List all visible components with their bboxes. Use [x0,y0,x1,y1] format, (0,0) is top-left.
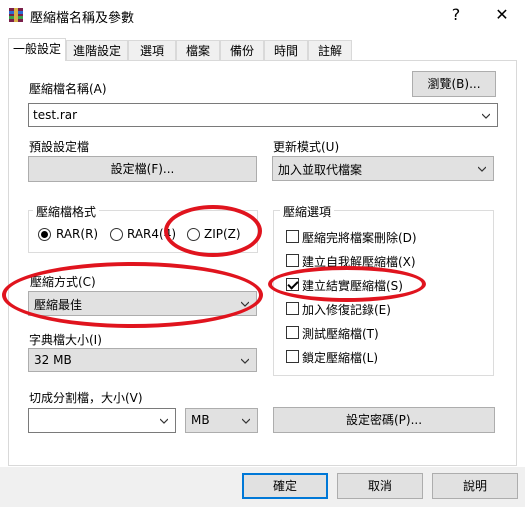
chevron-down-icon[interactable] [482,112,490,120]
format-zip-label[interactable]: ZIP(Z) [204,227,241,241]
delete-after-checkbox[interactable] [286,230,299,243]
update-mode-value: 加入並取代檔案 [278,163,363,177]
compression-label: 壓縮方式(C) [30,275,96,289]
help-button[interactable]: 說明 [432,473,518,499]
dictionary-label: 字典檔大小(I) [29,333,102,347]
cancel-button[interactable]: 取消 [337,473,423,499]
format-rar-radio[interactable] [38,228,51,241]
split-size-field[interactable] [28,408,176,433]
chevron-down-icon [242,418,250,424]
test-archive-checkbox[interactable] [286,326,299,339]
title-bar: 壓縮檔名稱及參數 ? ✕ [0,0,525,30]
help-title-button[interactable]: ? [434,0,478,30]
tab-strip: 一般設定 進階設定 選項 檔案 備份 時間 註解 [8,38,517,61]
sfx-checkbox[interactable] [286,254,299,267]
profile-button[interactable]: 設定檔(F)... [28,156,257,182]
winrar-app-icon [9,8,23,22]
lock-archive-label[interactable]: 鎖定壓縮檔(L) [302,349,378,366]
dictionary-select[interactable]: 32 MB [28,348,257,372]
set-password-button[interactable]: 設定密碼(P)... [273,407,495,433]
tab-advanced[interactable]: 進階設定 [66,40,128,61]
split-unit-value: MB [191,413,210,427]
compression-select[interactable]: 壓縮最佳 [28,291,257,316]
format-zip-radio[interactable] [187,228,200,241]
browse-button[interactable]: 瀏覽(B)... [412,71,496,97]
archive-name-field[interactable]: test.rar [28,103,498,127]
tab-time[interactable]: 時間 [264,40,308,61]
tab-options[interactable]: 選項 [128,40,176,61]
solid-archive-label[interactable]: 建立結實壓縮檔(S) [302,277,403,294]
update-mode-label: 更新模式(U) [273,140,340,154]
test-archive-label[interactable]: 測試壓縮檔(T) [302,325,379,342]
chevron-down-icon [241,358,249,364]
tab-backup[interactable]: 備份 [220,40,264,61]
format-group-title: 壓縮檔格式 [33,203,100,220]
format-rar-label[interactable]: RAR(R) [56,227,98,241]
chevron-down-icon[interactable] [160,417,168,425]
recovery-record-checkbox[interactable] [286,302,299,315]
format-rar4-label[interactable]: RAR4(4) [127,227,176,241]
compression-value: 壓縮最佳 [34,298,83,312]
update-mode-select[interactable]: 加入並取代檔案 [272,156,494,181]
recovery-record-label[interactable]: 加入修復記錄(E) [302,301,391,318]
sfx-label[interactable]: 建立自我解壓縮檔(X) [302,253,416,270]
chevron-down-icon [478,166,486,172]
lock-archive-checkbox[interactable] [286,350,299,363]
archive-options-title: 壓縮選項 [280,203,335,220]
close-button[interactable]: ✕ [480,0,524,30]
delete-after-label[interactable]: 壓縮完將檔案刪除(D) [302,229,417,246]
tab-comment[interactable]: 註解 [308,40,352,61]
archive-name-label: 壓縮檔名稱(A) [29,82,107,96]
solid-archive-checkbox[interactable] [286,278,299,291]
format-rar4-radio[interactable] [110,228,123,241]
chevron-down-icon [241,301,249,307]
window-title: 壓縮檔名稱及參數 [30,11,135,26]
dictionary-value: 32 MB [34,353,72,367]
profile-label: 預設設定檔 [29,140,90,154]
tab-files[interactable]: 檔案 [176,40,220,61]
split-label: 切成分割檔，大小(V) [29,391,143,405]
tab-general[interactable]: 一般設定 [8,38,66,61]
archive-name-value: test.rar [33,108,78,122]
split-unit-select[interactable]: MB [185,408,258,433]
ok-button[interactable]: 確定 [242,473,328,499]
